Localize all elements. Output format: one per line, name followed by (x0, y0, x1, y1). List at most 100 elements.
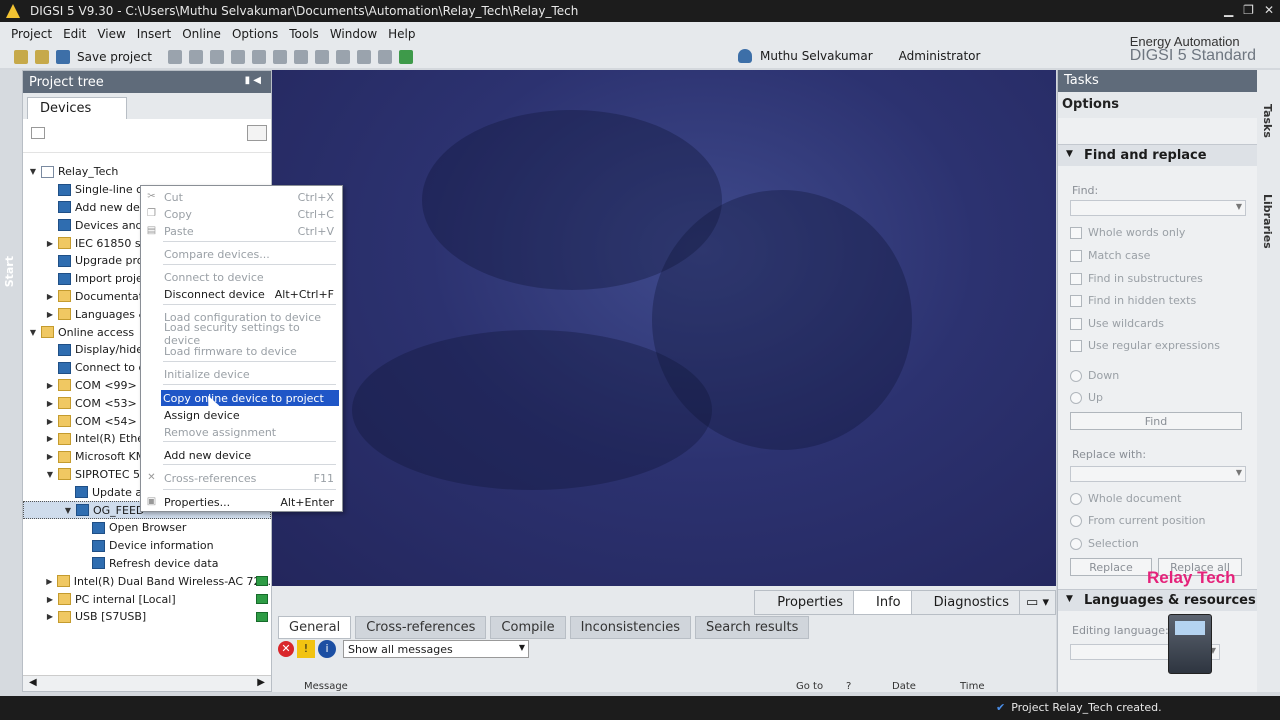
tree-hscrollbar[interactable]: ◀ ▶ (23, 675, 271, 691)
radio-current-position[interactable]: From current position (1070, 514, 1206, 527)
context-item-properties[interactable]: Properties... Alt+Enter (163, 494, 334, 510)
context-item-remove-assignment[interactable]: Remove assignment (163, 424, 334, 440)
radio-selection[interactable]: Selection (1070, 537, 1139, 550)
checkbox-match-case[interactable]: Match case (1070, 249, 1150, 262)
context-item-connect-to-device[interactable]: Connect to device (163, 269, 334, 285)
checkbox-whole-words[interactable]: Whole words only (1070, 226, 1185, 239)
tab-devices[interactable]: Devices (27, 97, 127, 119)
tree-details-icon[interactable] (247, 125, 267, 141)
tree-row[interactable]: ▶ PC internal [Local] (23, 590, 271, 608)
subtab-search-results[interactable]: Search results (695, 616, 810, 639)
online-icon[interactable] (398, 50, 413, 64)
tree-row[interactable]: ▶ Intel(R) Dual Band Wireless-AC 72... (23, 572, 271, 590)
radio-whole-document[interactable]: Whole document (1070, 492, 1181, 505)
side-tab-libraries[interactable]: Libraries (1261, 194, 1274, 249)
col-date[interactable]: Date (892, 682, 916, 692)
collapsed-arrow-icon[interactable]: ▶ (44, 577, 55, 586)
context-item-disconnect-device[interactable]: Disconnect device Alt+Ctrl+F (163, 286, 334, 302)
split-vertical-icon[interactable] (377, 50, 392, 64)
collapsed-arrow-icon[interactable]: ▶ (44, 239, 56, 248)
checkbox-hidden-texts[interactable]: Find in hidden texts (1070, 294, 1196, 307)
start-side-tab[interactable]: Start (0, 70, 22, 690)
menu-tools[interactable]: Tools (284, 27, 325, 41)
message-filter-select[interactable]: Show all messages (343, 640, 529, 658)
restore-icon[interactable]: ❐ (1243, 3, 1254, 17)
context-item-initialize-device[interactable]: Initialize device (163, 366, 334, 382)
languages-header[interactable]: Languages & resources (1058, 589, 1258, 611)
col-help[interactable]: ? (846, 682, 851, 692)
collapsed-arrow-icon[interactable]: ▶ (44, 381, 56, 390)
find-replace-header[interactable]: Find and replace (1058, 144, 1258, 166)
scroll-left-icon[interactable]: ◀ (29, 677, 37, 688)
split-horizontal-icon[interactable] (356, 50, 371, 64)
menu-window[interactable]: Window (325, 27, 383, 41)
undo-icon[interactable] (272, 50, 287, 64)
context-item-compare-devices[interactable]: Compare devices... (163, 246, 334, 262)
col-time[interactable]: Time (960, 682, 984, 692)
minimize-icon[interactable]: ▁ (1224, 3, 1233, 17)
context-item-load-firmware-to-device[interactable]: Load firmware to device (163, 343, 334, 359)
menu-edit[interactable]: Edit (58, 27, 92, 41)
pin-icon[interactable]: ▮ ◀ (245, 75, 261, 86)
tab-info[interactable]: Info (853, 590, 912, 615)
context-item-assign-device[interactable]: Assign device (163, 407, 334, 423)
context-item-paste[interactable]: Paste Ctrl+V (163, 223, 334, 239)
subtab-cross-references[interactable]: Cross-references (355, 616, 487, 639)
cut-icon[interactable] (188, 50, 203, 64)
copy-icon[interactable] (209, 50, 224, 64)
side-tab-tasks[interactable]: Tasks (1261, 104, 1274, 138)
find-button[interactable]: Find (1070, 412, 1242, 430)
subtab-compile[interactable]: Compile (490, 616, 566, 639)
collapsed-arrow-icon[interactable]: ▶ (44, 434, 56, 443)
tree-row[interactable]: Open Browser (23, 519, 271, 537)
open-project-icon[interactable] (35, 50, 49, 64)
collapsed-arrow-icon[interactable]: ▶ (44, 612, 56, 621)
delete-icon[interactable] (251, 50, 266, 64)
error-filter-icon[interactable]: ✕ (278, 641, 294, 657)
expanded-arrow-icon[interactable]: ▼ (62, 506, 74, 515)
scroll-right-icon[interactable]: ▶ (257, 677, 265, 688)
tab-diagnostics[interactable]: Diagnostics (910, 590, 1021, 615)
checkbox-regex[interactable]: Use regular expressions (1070, 339, 1220, 352)
new-project-icon[interactable] (14, 50, 28, 64)
context-item-copy[interactable]: Copy Ctrl+C (163, 206, 334, 222)
radio-down[interactable]: Down (1070, 369, 1119, 382)
warning-filter-icon[interactable]: ! (297, 640, 315, 658)
find-input[interactable] (1070, 200, 1246, 216)
save-project-button[interactable]: Save project (77, 50, 152, 64)
context-item-copy-online-device-to-project[interactable]: Copy online device to project (161, 390, 339, 406)
close-icon[interactable]: ✕ (1264, 3, 1274, 17)
info-filter-icon[interactable]: i (318, 640, 336, 658)
collapsed-arrow-icon[interactable]: ▶ (44, 399, 56, 408)
menu-options[interactable]: Options (227, 27, 284, 41)
expanded-arrow-icon[interactable]: ▼ (27, 167, 39, 176)
cross-icon[interactable] (335, 50, 350, 64)
collapsed-arrow-icon[interactable]: ▶ (44, 452, 56, 461)
collapsed-arrow-icon[interactable]: ▶ (44, 292, 56, 301)
replace-input[interactable] (1070, 466, 1246, 482)
expanded-arrow-icon[interactable]: ▼ (27, 328, 39, 337)
col-goto[interactable]: Go to (796, 682, 823, 692)
expanded-arrow-icon[interactable]: ▼ (44, 470, 56, 479)
tree-row[interactable]: Device information (23, 537, 271, 555)
tree-overview-icon[interactable] (31, 127, 45, 139)
replace-button[interactable]: Replace (1070, 558, 1152, 576)
save-icon[interactable] (56, 50, 70, 64)
menu-insert[interactable]: Insert (132, 27, 177, 41)
context-item-load-security-settings-to-device[interactable]: Load security settings to device (163, 321, 334, 347)
radio-up[interactable]: Up (1070, 391, 1103, 404)
redo-icon[interactable] (293, 50, 308, 64)
menu-view[interactable]: View (92, 27, 131, 41)
collapsed-arrow-icon[interactable]: ▶ (44, 417, 56, 426)
menu-project[interactable]: Project (6, 27, 58, 41)
panel-controls[interactable]: ▭ ▾ (1019, 590, 1056, 615)
tree-row[interactable]: ▶ USB [S7USB] (23, 608, 271, 626)
subtab-general[interactable]: General (278, 616, 352, 639)
menu-help[interactable]: Help (383, 27, 421, 41)
tree-row[interactable]: ▼ Relay_Tech (23, 163, 271, 181)
print-icon[interactable] (167, 50, 182, 64)
checkbox-wildcards[interactable]: Use wildcards (1070, 317, 1164, 330)
menu-online[interactable]: Online (177, 27, 227, 41)
tab-properties[interactable]: Properties (754, 590, 854, 615)
collapsed-arrow-icon[interactable]: ▶ (44, 310, 56, 319)
